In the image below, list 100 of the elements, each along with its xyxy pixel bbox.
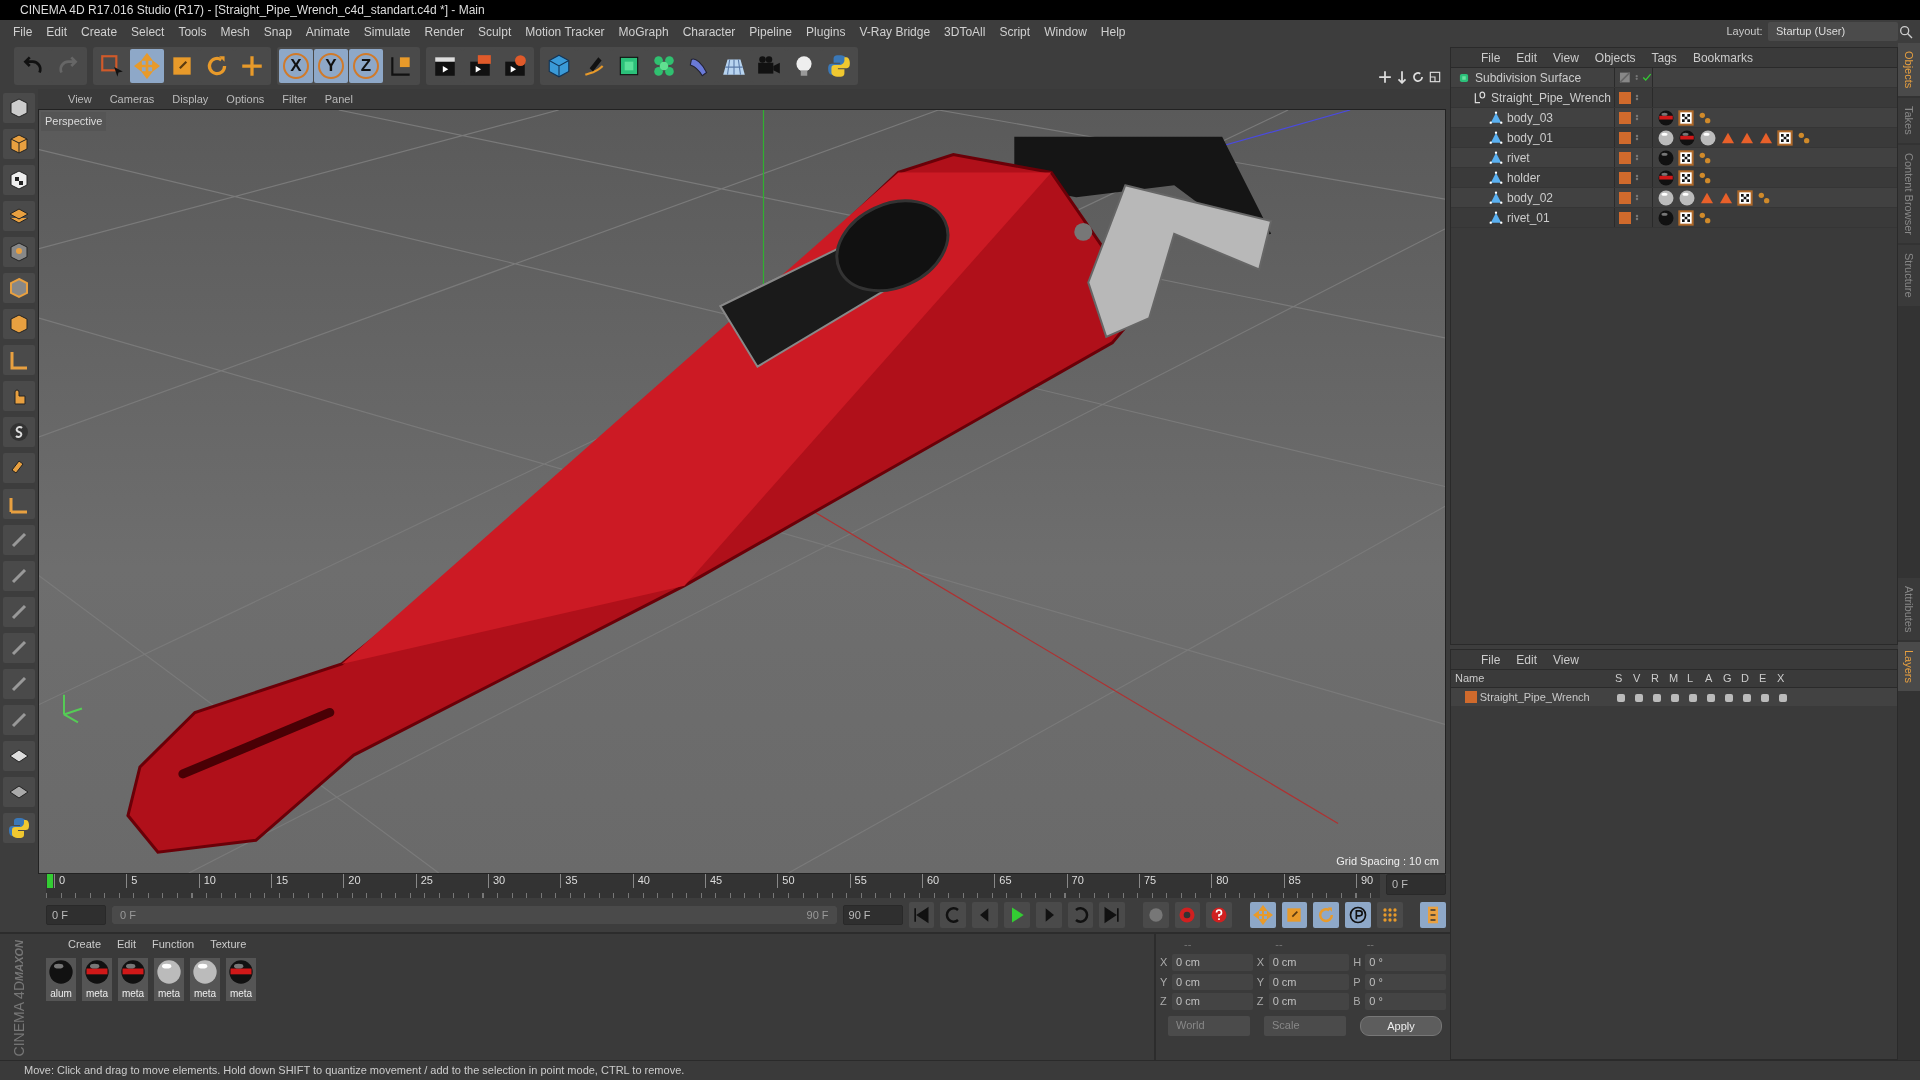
layers-menu-item[interactable]: Edit — [1508, 650, 1546, 669]
axis-mode-button[interactable] — [3, 345, 35, 375]
material-swatch[interactable]: meta — [226, 958, 256, 1001]
coordinate-field[interactable]: 0 cm — [1172, 954, 1253, 971]
maximize-view-icon[interactable] — [1428, 70, 1442, 84]
timeline-button[interactable] — [1420, 902, 1447, 928]
menu-item[interactable]: MoGraph — [611, 22, 676, 41]
viewport-menu-item[interactable]: Filter — [274, 90, 315, 108]
coordinate-field[interactable]: 0 ° — [1365, 993, 1446, 1010]
object-name[interactable]: rivet_01 — [1507, 208, 1550, 227]
object-name[interactable]: body_01 — [1507, 128, 1554, 147]
object-name[interactable]: rivet — [1507, 148, 1530, 167]
layout-dropdown[interactable]: Startup (User) — [1768, 22, 1898, 41]
menu-item[interactable]: Simulate — [356, 22, 418, 41]
timeline-ruler[interactable]: 0 5 10 15 20 25 30 35 40 45 50 55 60 65 70 75 80 85 90 — [46, 874, 1380, 898]
menu-item[interactable]: 3DToAll — [937, 22, 993, 41]
key-param-button[interactable] — [1345, 902, 1371, 928]
menu-item[interactable]: Character — [675, 22, 743, 41]
layer-color-swatch[interactable] — [1619, 111, 1631, 124]
axis-button[interactable]: Z — [349, 49, 383, 83]
material-menu-item[interactable]: Texture — [202, 935, 255, 953]
checker-cube-button[interactable] — [3, 165, 35, 195]
coordinate-field[interactable]: 0 cm — [1268, 973, 1350, 990]
material-swatch[interactable]: meta — [82, 958, 112, 1001]
coordinate-field[interactable]: 0 ° — [1365, 973, 1446, 990]
start-frame-field[interactable]: 0 F — [46, 904, 106, 926]
material-menu-item[interactable]: Create — [60, 935, 110, 953]
axis-button[interactable]: X — [279, 49, 313, 83]
cube-mode-button[interactable] — [3, 129, 35, 159]
menu-item[interactable]: Window — [1037, 22, 1094, 41]
material-swatch[interactable]: meta — [118, 958, 148, 1001]
material-tag-icon[interactable] — [1699, 128, 1717, 147]
material-swatch[interactable]: meta — [190, 958, 220, 1001]
key-move-button[interactable] — [1249, 902, 1276, 928]
coordinate-field[interactable]: 0 cm — [1172, 993, 1253, 1010]
end-frame-field[interactable]: 90 F — [842, 904, 903, 926]
objects-menu-item[interactable]: Bookmarks — [1684, 48, 1761, 67]
checker-tag-icon[interactable] — [1678, 109, 1694, 126]
menu-item[interactable]: Render — [417, 22, 471, 41]
viewport-menu-item[interactable]: Display — [164, 90, 217, 108]
material-swatch[interactable]: alum — [46, 958, 76, 1001]
menu-item[interactable]: Pipeline — [742, 22, 800, 41]
layer-color-swatch[interactable] — [1619, 211, 1631, 224]
layer-color-swatch[interactable] — [1619, 171, 1631, 184]
layers-menu-item[interactable]: File — [1473, 650, 1509, 669]
menu-item[interactable]: File — [6, 22, 40, 41]
coordinate-field[interactable]: 0 cm — [1172, 973, 1253, 990]
play-button[interactable] — [1004, 902, 1030, 928]
side-tab[interactable]: Objects — [1898, 43, 1920, 97]
apply-button[interactable]: Apply — [1360, 1015, 1442, 1036]
menu-item[interactable]: V-Ray Bridge — [852, 22, 938, 41]
object-name[interactable]: body_03 — [1507, 108, 1554, 127]
menu-item[interactable]: Snap — [256, 22, 299, 41]
menu-item[interactable]: Animate — [298, 22, 357, 41]
material-menu-item[interactable]: Function — [144, 935, 203, 953]
record-off-button[interactable] — [1142, 902, 1169, 928]
menu-item[interactable]: Help — [1093, 22, 1133, 41]
layer-color-swatch[interactable] — [1619, 131, 1631, 144]
viewport-menu-item[interactable]: View — [60, 90, 100, 108]
move-view-icon[interactable] — [1377, 70, 1392, 84]
object-name[interactable]: Straight_Pipe_Wrench — [1491, 88, 1611, 107]
grid-lock-button[interactable] — [3, 741, 35, 771]
menu-item[interactable]: Tools — [171, 22, 214, 41]
material-tag-icon[interactable] — [1657, 188, 1675, 207]
magnet-button[interactable] — [3, 453, 35, 483]
layers-button[interactable] — [3, 201, 35, 231]
axis-button[interactable]: Y — [314, 49, 348, 83]
checker-tag-icon[interactable] — [1678, 149, 1694, 166]
material-swatch[interactable]: meta — [154, 958, 184, 1001]
menu-item[interactable]: Plugins — [799, 22, 853, 41]
coordinate-field[interactable]: 0 cm — [1268, 993, 1350, 1010]
workplane-button[interactable] — [3, 489, 35, 519]
viewport-menu-item[interactable]: Options — [218, 90, 273, 108]
objects-menu-item[interactable]: Objects — [1586, 48, 1644, 67]
viewport-menu-item[interactable]: Cameras — [101, 90, 163, 108]
layer-color-swatch[interactable] — [1619, 151, 1631, 164]
checker-tag-icon[interactable] — [1777, 129, 1793, 146]
menu-item[interactable]: Edit — [39, 22, 75, 41]
model-mode-button[interactable] — [3, 93, 35, 123]
menu-item[interactable]: Create — [74, 22, 125, 41]
menu-item[interactable]: Sculpt — [470, 22, 519, 41]
material-tag-icon[interactable] — [1657, 128, 1675, 147]
layer-color-swatch[interactable] — [1619, 91, 1631, 104]
checker-tag-icon[interactable] — [1737, 189, 1753, 206]
snap-button[interactable] — [3, 417, 35, 447]
layer-color-swatch[interactable] — [1619, 191, 1631, 204]
coordinate-field[interactable]: 0 cm — [1268, 954, 1350, 971]
current-frame-marker[interactable] — [47, 874, 53, 888]
point-mode-button[interactable] — [3, 237, 35, 267]
menu-item[interactable]: Mesh — [213, 22, 257, 41]
material-tag-icon[interactable] — [1678, 188, 1696, 207]
layers-menu-item[interactable]: View — [1545, 650, 1587, 669]
key-points-button[interactable] — [1376, 902, 1403, 928]
menu-item[interactable]: Script — [992, 22, 1038, 41]
side-tab[interactable]: Layers — [1898, 642, 1920, 692]
menu-item[interactable]: Select — [124, 22, 172, 41]
object-name[interactable]: holder — [1507, 168, 1541, 187]
key-rotate-button[interactable] — [1313, 902, 1340, 928]
polygon-mode-button[interactable] — [3, 309, 35, 339]
layer-color-swatch[interactable] — [1465, 691, 1477, 703]
